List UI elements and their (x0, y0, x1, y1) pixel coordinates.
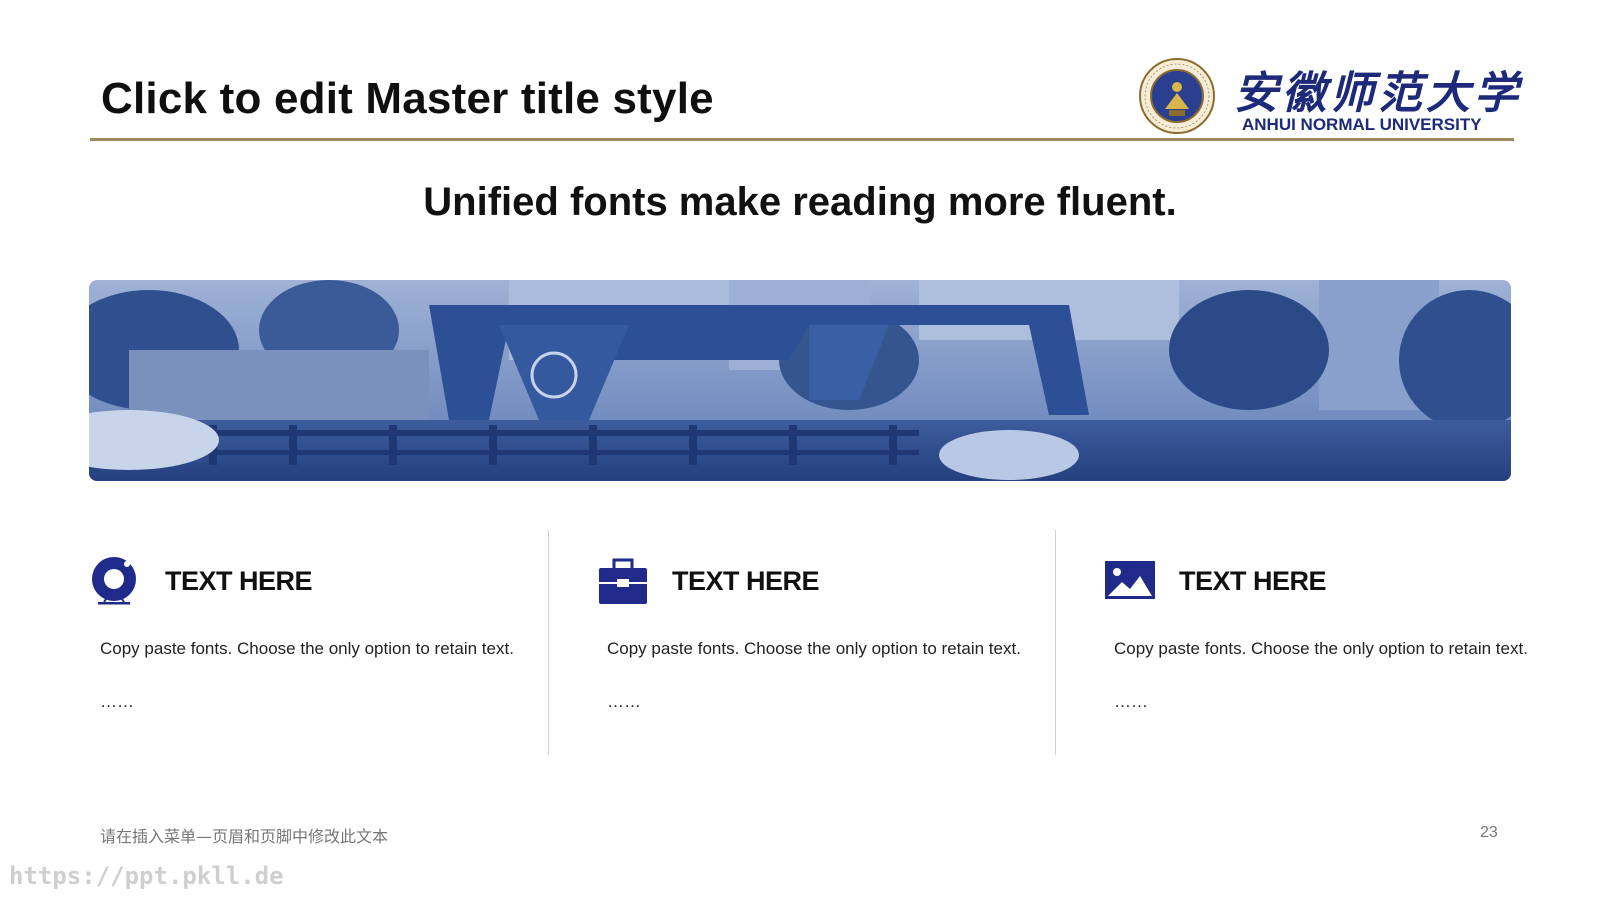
column-ellipsis: …… (607, 692, 641, 711)
university-name-cn: 安徽师范大学 (1234, 68, 1522, 119)
university-name-en: ANHUI NORMAL UNIVERSITY (1242, 115, 1482, 134)
column-heading[interactable]: TEXT HERE (165, 566, 313, 597)
image-icon (1105, 561, 1155, 599)
column-ellipsis: …… (100, 692, 134, 711)
watermark-text: https://ppt.pkll.de (9, 862, 284, 890)
university-logo: 安徽师范大学 ANHUI NORMAL UNIVERSITY (1138, 53, 1518, 137)
feature-column-2: TEXT HERE Copy paste fonts. Choose the o… (597, 530, 1067, 755)
column-body[interactable]: Copy paste fonts. Choose the only option… (607, 634, 1027, 663)
slide-subtitle[interactable]: Unified fonts make reading more fluent. (0, 180, 1600, 225)
briefcase-icon (599, 558, 647, 604)
column-heading[interactable]: TEXT HERE (1179, 566, 1327, 597)
column-divider (1055, 530, 1056, 755)
column-body[interactable]: Copy paste fonts. Choose the only option… (1114, 634, 1534, 663)
column-ellipsis: …… (1114, 692, 1148, 711)
page-number: 23 (1480, 824, 1498, 841)
feature-column-3: TEXT HERE Copy paste fonts. Choose the o… (1104, 530, 1574, 755)
campus-banner-image[interactable] (89, 280, 1511, 481)
camera-icon (92, 557, 136, 605)
feature-column-1: TEXT HERE Copy paste fonts. Choose the o… (90, 530, 560, 755)
column-divider (548, 530, 549, 755)
column-body[interactable]: Copy paste fonts. Choose the only option… (100, 634, 520, 663)
column-heading[interactable]: TEXT HERE (672, 566, 820, 597)
title-divider (90, 138, 1514, 141)
university-seal-icon (1139, 58, 1215, 134)
footer-text[interactable]: 请在插入菜单—页眉和页脚中修改此文本 (100, 823, 388, 847)
slide-title[interactable]: Click to edit Master title style (101, 74, 714, 124)
